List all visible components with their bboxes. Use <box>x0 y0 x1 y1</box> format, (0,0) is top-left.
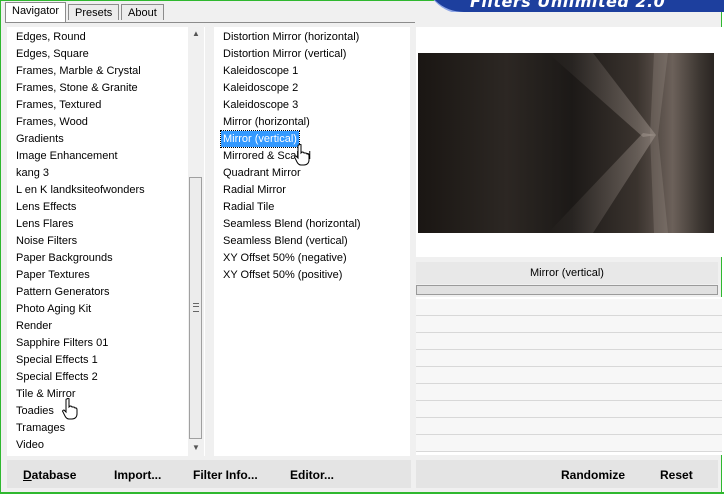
scroll-up-icon[interactable]: ▲ <box>192 29 200 38</box>
tab-divider <box>5 22 415 23</box>
hand-cursor-icon <box>62 398 78 420</box>
filter-item[interactable]: Quadrant Mirror <box>221 165 303 181</box>
category-item[interactable]: Render <box>15 318 53 334</box>
bottom-toolbar-right: Randomize Reset <box>416 460 718 488</box>
tab-navigator[interactable]: Navigator <box>5 2 67 22</box>
parameter-area <box>416 297 722 455</box>
category-list[interactable]: Edges, Round Edges, Square Frames, Marble … <box>7 27 205 456</box>
reset-button[interactable]: Reset <box>660 468 693 482</box>
category-item[interactable]: Toadies <box>15 403 55 419</box>
banner-title: Filters Unlimited 2.0 <box>470 0 666 11</box>
category-item[interactable]: Tramages <box>15 420 66 436</box>
category-item[interactable]: Paper Textures <box>15 267 91 283</box>
filter-item[interactable]: Seamless Blend (vertical) <box>221 233 350 249</box>
preview-image <box>418 53 714 233</box>
database-button-label: atabase <box>31 468 77 482</box>
filter-item[interactable]: Kaleidoscope 3 <box>221 97 300 113</box>
category-item[interactable]: Frames, Wood <box>15 114 89 130</box>
category-item[interactable]: Frames, Stone & Granite <box>15 80 139 96</box>
param-row <box>416 316 722 333</box>
category-item[interactable]: Video <box>15 437 45 453</box>
param-row <box>416 333 722 350</box>
category-item[interactable]: Edges, Round <box>15 29 87 45</box>
category-item[interactable]: Noise Filters <box>15 233 78 249</box>
filter-item-selected[interactable]: Mirror (vertical) <box>220 130 300 148</box>
category-item[interactable]: L en K landksiteofwonders <box>15 182 146 198</box>
category-item[interactable]: Gradients <box>15 131 65 147</box>
filter-item[interactable]: Distortion Mirror (vertical) <box>221 46 348 62</box>
filter-item[interactable]: XY Offset 50% (positive) <box>221 267 344 283</box>
param-row <box>416 367 722 384</box>
tab-presets[interactable]: Presets <box>68 4 120 20</box>
filter-item[interactable]: Radial Tile <box>221 199 276 215</box>
category-item[interactable]: Frames, Marble & Crystal <box>15 63 142 79</box>
category-item[interactable]: Photo Aging Kit <box>15 301 92 317</box>
randomize-button[interactable]: Randomize <box>561 468 625 482</box>
header-banner: Filters Unlimited 2.0 <box>424 0 724 12</box>
category-item[interactable]: Lens Effects <box>15 199 77 215</box>
tab-about[interactable]: About <box>121 4 164 20</box>
preview-rays <box>548 53 668 233</box>
category-item[interactable]: Edges, Square <box>15 46 90 62</box>
category-item[interactable]: Sapphire Filters 01 <box>15 335 109 351</box>
filter-item[interactable]: Kaleidoscope 1 <box>221 63 300 79</box>
category-item[interactable]: Image Enhancement <box>15 148 119 164</box>
parameter-slider[interactable] <box>416 285 718 295</box>
selected-filter-title: Mirror (vertical) <box>416 262 718 284</box>
filter-item[interactable]: Seamless Blend (horizontal) <box>221 216 363 232</box>
scrollbar-thumb[interactable] <box>189 177 202 439</box>
param-row <box>416 384 722 401</box>
filter-info-button[interactable]: Filter Info... <box>193 468 258 482</box>
category-item[interactable]: Pattern Generators <box>15 284 111 300</box>
category-item[interactable]: Frames, Textured <box>15 97 102 113</box>
import-button[interactable]: Import... <box>114 468 161 482</box>
param-row <box>416 435 722 452</box>
preview-panel <box>416 27 722 257</box>
param-row <box>416 350 722 367</box>
category-item[interactable]: Special Effects 2 <box>15 369 99 385</box>
category-item[interactable]: kang 3 <box>15 165 50 181</box>
database-button[interactable]: Database <box>23 468 76 482</box>
editor-button[interactable]: Editor... <box>290 468 334 482</box>
filter-item[interactable]: Radial Mirror <box>221 182 288 198</box>
category-item[interactable]: Paper Backgrounds <box>15 250 114 266</box>
category-item[interactable]: Special Effects 1 <box>15 352 99 368</box>
filter-list[interactable]: Distortion Mirror (horizontal) Distortion… <box>214 27 410 456</box>
filter-item[interactable]: Mirror (horizontal) <box>221 114 312 130</box>
param-row <box>416 401 722 418</box>
bottom-toolbar-left: Database Import... Filter Info... Editor… <box>7 460 411 488</box>
filter-item[interactable]: XY Offset 50% (negative) <box>221 250 349 266</box>
filter-item[interactable]: Distortion Mirror (horizontal) <box>221 29 361 45</box>
hand-cursor-icon <box>294 144 310 166</box>
window-border <box>0 492 724 494</box>
category-item[interactable]: Lens Flares <box>15 216 74 232</box>
grip-icon <box>193 303 199 312</box>
scroll-down-icon[interactable]: ▼ <box>192 443 200 452</box>
filter-item[interactable]: Kaleidoscope 2 <box>221 80 300 96</box>
param-row <box>416 418 722 435</box>
category-scrollbar[interactable]: ▲ ▼ <box>188 27 204 456</box>
param-row <box>416 299 722 316</box>
